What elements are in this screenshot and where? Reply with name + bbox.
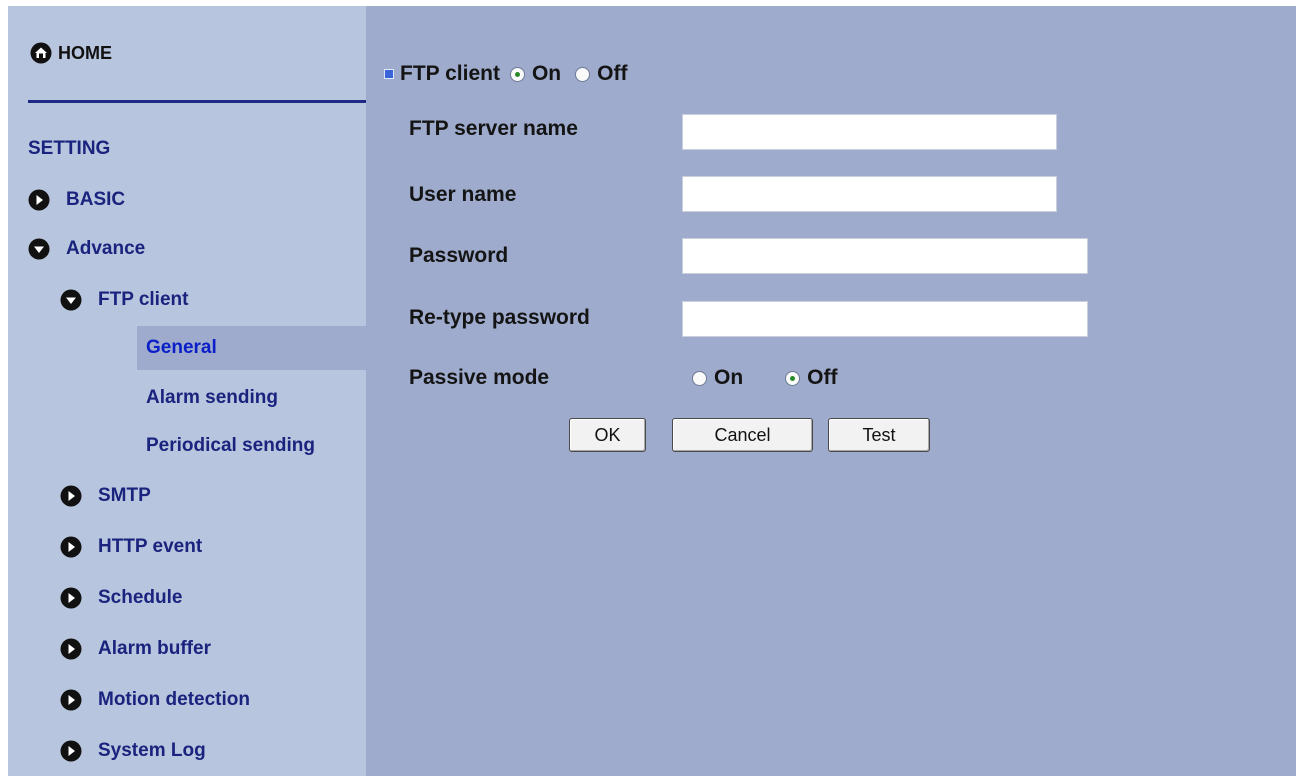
sidebar-item-label: Alarm buffer <box>98 638 211 659</box>
ok-button[interactable]: OK <box>569 418 646 452</box>
sidebar-subitem-periodical-sending[interactable]: Periodical sending <box>137 424 366 468</box>
sidebar-item-label: Motion detection <box>98 689 250 710</box>
arrow-right-icon <box>60 587 82 609</box>
passive-on-radio[interactable] <box>692 370 707 386</box>
cancel-button[interactable]: Cancel <box>672 418 813 452</box>
sidebar-item-system-log[interactable]: System Log <box>60 737 206 765</box>
home-label: HOME <box>58 42 112 63</box>
sidebar-item-label: Schedule <box>98 587 183 608</box>
arrow-right-icon <box>60 485 82 507</box>
bullet-icon <box>384 69 394 79</box>
sidebar-item-advance[interactable]: Advance <box>28 235 145 263</box>
setting-heading: SETTING <box>28 138 111 159</box>
passive-off-label: Off <box>807 366 838 389</box>
retype-password-input[interactable] <box>682 301 1088 337</box>
arrow-right-icon <box>60 638 82 660</box>
sidebar-item-label: SMTP <box>98 485 151 506</box>
radio-selected-dot <box>514 71 520 77</box>
passive-on-label: On <box>714 366 744 389</box>
ftp-enable-off-radio[interactable] <box>575 66 591 82</box>
radio-selected-dot <box>790 375 796 381</box>
test-button[interactable]: Test <box>828 418 930 452</box>
sidebar-item-label: HTTP event <box>98 536 203 557</box>
password-label: Password <box>409 244 509 267</box>
ftp-enable-off-label: Off <box>597 62 628 85</box>
arrow-right-icon <box>60 689 82 711</box>
ftp-client-toggle-row: FTP client On Off <box>384 62 641 86</box>
page-title: FTP client <box>400 62 500 85</box>
sidebar-subitem-alarm-sending[interactable]: Alarm sending <box>137 376 366 420</box>
sidebar-subitem-general[interactable]: General <box>137 326 366 370</box>
ftp-server-name-label: FTP server name <box>409 117 578 140</box>
arrow-down-icon <box>28 238 50 260</box>
sidebar-item-label: BASIC <box>66 189 126 210</box>
ftp-enable-on-radio[interactable] <box>509 66 525 82</box>
passive-off-radio[interactable] <box>785 370 801 386</box>
sidebar-item-basic[interactable]: BASIC <box>28 186 125 214</box>
sidebar-item-ftp-client[interactable]: FTP client <box>60 286 188 314</box>
arrow-right-icon <box>60 740 82 762</box>
passive-mode-options: On Off <box>692 366 852 390</box>
ftp-server-name-input[interactable] <box>682 114 1057 150</box>
main-panel: FTP client On Off FTP server name User n… <box>366 6 1296 776</box>
divider <box>28 100 366 103</box>
user-name-input[interactable] <box>682 176 1057 212</box>
sidebar-item-label: System Log <box>98 740 206 761</box>
home-link[interactable]: HOME <box>30 42 112 64</box>
sidebar-item-http-event[interactable]: HTTP event <box>60 533 202 561</box>
passive-mode-label: Passive mode <box>409 366 550 389</box>
sidebar: HOME SETTING BASIC Advance FTP client Ge… <box>8 6 366 776</box>
sidebar-item-label: FTP client <box>98 289 189 310</box>
password-input[interactable] <box>682 238 1088 274</box>
ftp-enable-on-label: On <box>531 62 562 85</box>
arrow-right-icon <box>60 536 82 558</box>
sidebar-item-smtp[interactable]: SMTP <box>60 482 151 510</box>
sidebar-item-schedule[interactable]: Schedule <box>60 584 182 612</box>
retype-password-label: Re-type password <box>409 306 590 329</box>
home-icon <box>30 42 52 64</box>
user-name-label: User name <box>409 183 517 206</box>
sidebar-item-motion-detection[interactable]: Motion detection <box>60 686 250 714</box>
sidebar-item-alarm-buffer[interactable]: Alarm buffer <box>60 635 211 663</box>
arrow-down-icon <box>60 289 82 311</box>
sidebar-item-label: Advance <box>66 238 146 259</box>
arrow-right-icon <box>28 189 50 211</box>
